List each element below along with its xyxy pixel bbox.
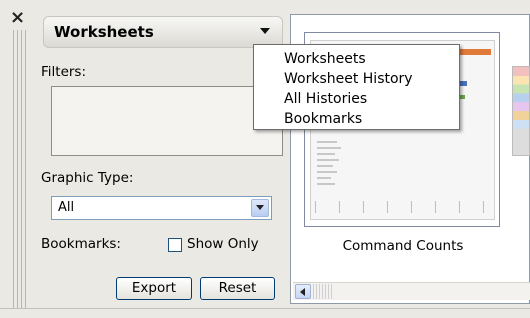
horizontal-scrollbar[interactable] <box>293 282 530 300</box>
thumbnail-axis <box>315 201 490 213</box>
export-button[interactable]: Export <box>116 277 192 300</box>
graphic-type-select[interactable]: All <box>51 196 272 220</box>
close-icon[interactable]: × <box>10 9 25 27</box>
panel-selector-label: Worksheets <box>54 23 154 41</box>
thumbnail-mark <box>317 177 331 179</box>
filters-label: Filters: <box>41 64 87 80</box>
thumbnail-mark <box>317 153 335 155</box>
divider <box>0 308 530 309</box>
menu-item-all-histories[interactable]: All Histories <box>284 91 367 107</box>
menu-item-worksheet-history[interactable]: Worksheet History <box>284 71 413 87</box>
chevron-down-icon[interactable] <box>251 199 269 217</box>
show-only-checkbox[interactable] <box>168 238 182 252</box>
thumbnail-mark <box>317 147 341 149</box>
thumbnail-mark <box>317 159 339 161</box>
thumbnail-mark <box>317 165 333 167</box>
show-only-label[interactable]: Show Only <box>187 236 259 252</box>
reset-button[interactable]: Reset <box>200 277 275 300</box>
menu-item-bookmarks[interactable]: Bookmarks <box>284 111 362 127</box>
thumbnail-mark <box>317 141 337 143</box>
thumbnail-caption: Command Counts <box>342 238 464 254</box>
thumbnail-mark <box>317 171 337 173</box>
scrollbar-thumb[interactable] <box>313 284 333 299</box>
graphic-type-label: Graphic Type: <box>41 170 134 186</box>
bookmarks-label: Bookmarks: <box>41 236 121 252</box>
graphic-type-value: All <box>58 200 75 215</box>
filters-list[interactable] <box>51 86 283 156</box>
selector-dropdown-menu: Worksheets Worksheet History All Histori… <box>253 44 460 130</box>
arrow-left-icon[interactable] <box>295 284 311 299</box>
second-thumbnail-image[interactable] <box>512 66 530 156</box>
panel-selector-dropdown[interactable]: Worksheets <box>43 16 283 48</box>
thumbnail-mark <box>459 81 467 86</box>
grip-icon[interactable] <box>13 30 27 308</box>
chevron-down-icon <box>260 28 270 34</box>
thumbnail-mark <box>317 183 335 185</box>
menu-item-worksheets[interactable]: Worksheets <box>284 51 366 67</box>
